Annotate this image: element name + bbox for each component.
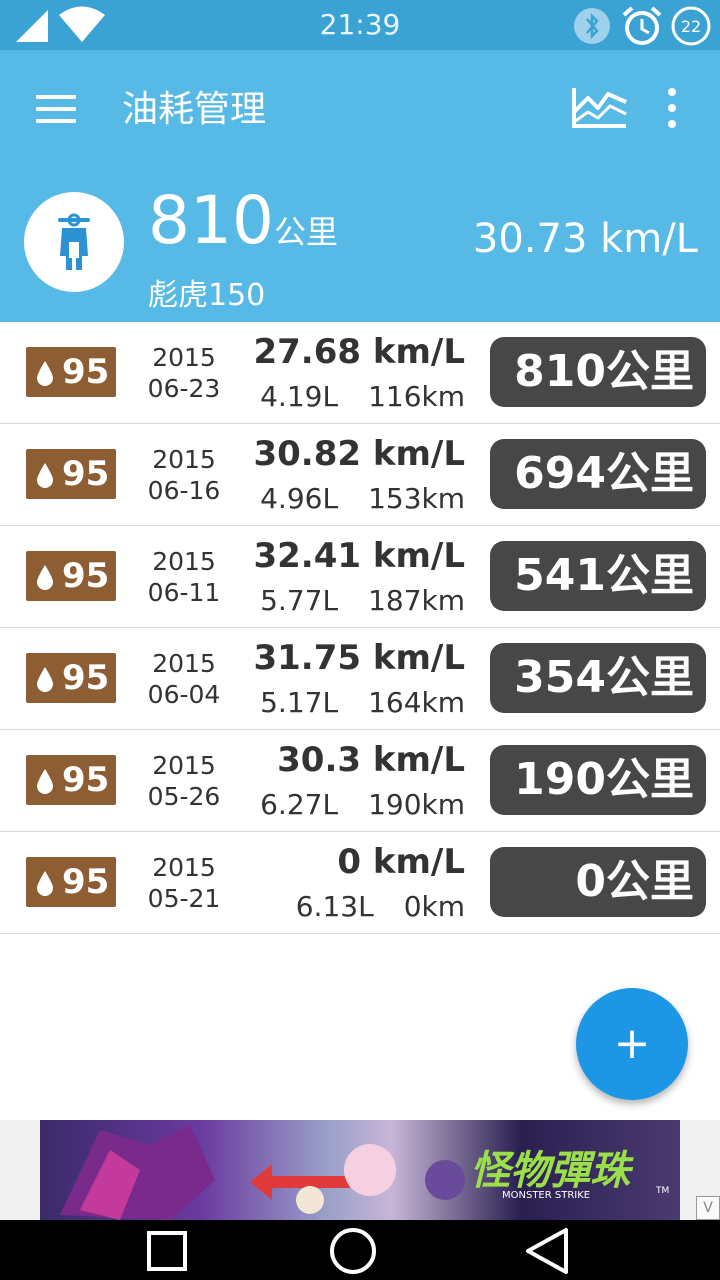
alarm-icon bbox=[622, 6, 662, 45]
record-details: 5.77L 187km bbox=[260, 584, 465, 617]
notification-count-icon: 22 bbox=[671, 6, 711, 46]
fuel-drop-icon bbox=[37, 667, 53, 692]
app-bar: 油耗管理 810公里 彪虎150 30.73 km/L bbox=[0, 50, 720, 322]
record-date: 2015 05-26 bbox=[147, 751, 221, 811]
ad-choices-icon[interactable]: V bbox=[696, 1196, 720, 1220]
fuel-drop-icon bbox=[37, 565, 53, 590]
record-liters: 5.17L bbox=[260, 686, 339, 719]
record-liters: 6.27L bbox=[260, 788, 339, 821]
plus-icon: + bbox=[613, 1018, 651, 1069]
record-efficiency: 0 km/L bbox=[337, 842, 465, 882]
record-date: 2015 06-16 bbox=[147, 445, 221, 505]
record-details: 6.13L 0km bbox=[296, 890, 465, 923]
record-date: 2015 06-23 bbox=[147, 343, 221, 403]
record-row[interactable]: 95 2015 06-16 30.82 km/L 4.96L 153km 694公里 bbox=[0, 424, 720, 526]
average-efficiency: 30.73 km/L bbox=[472, 216, 698, 262]
record-row[interactable]: 95 2015 05-21 0 km/L 6.13L 0km 0公里 bbox=[0, 832, 720, 934]
record-details: 6.27L 190km bbox=[260, 788, 465, 821]
record-date: 2015 06-11 bbox=[147, 547, 221, 607]
vehicle-name: 彪虎150 bbox=[148, 278, 266, 313]
notification-count: 22 bbox=[681, 17, 701, 36]
ad-banner[interactable]: 怪物彈珠 MONSTER STRIKE TM V bbox=[0, 1120, 720, 1220]
record-efficiency: 27.68 km/L bbox=[253, 332, 465, 372]
record-liters: 4.96L bbox=[260, 482, 339, 515]
record-liters: 4.19L bbox=[260, 380, 339, 413]
hamburger-icon[interactable] bbox=[36, 95, 76, 125]
record-details: 4.96L 153km bbox=[260, 482, 465, 515]
vehicle-avatar[interactable] bbox=[24, 192, 124, 292]
fuel-record-list: 95 2015 06-23 27.68 km/L 4.19L 116km 810公里… bbox=[0, 322, 720, 934]
fuel-drop-icon bbox=[37, 463, 53, 488]
odometer-unit: 公里 bbox=[273, 213, 338, 251]
odometer-value: 810 bbox=[148, 182, 274, 259]
ad-title: 怪物彈珠 bbox=[470, 1148, 630, 1194]
record-efficiency: 30.82 km/L bbox=[253, 434, 465, 474]
recents-icon[interactable] bbox=[146, 1230, 188, 1272]
more-vert-icon[interactable] bbox=[658, 86, 686, 130]
record-details: 5.17L 164km bbox=[260, 686, 465, 719]
record-details: 4.19L 116km bbox=[260, 380, 465, 413]
home-icon[interactable] bbox=[328, 1226, 378, 1276]
record-date: 2015 06-04 bbox=[147, 649, 221, 709]
record-efficiency: 31.75 km/L bbox=[253, 638, 465, 678]
nav-bar bbox=[0, 1220, 720, 1280]
record-row[interactable]: 95 2015 06-11 32.41 km/L 5.77L 187km 541公里 bbox=[0, 526, 720, 628]
fuel-drop-icon bbox=[37, 361, 53, 386]
record-efficiency: 32.41 km/L bbox=[253, 536, 465, 576]
record-odometer: 354公里 bbox=[490, 643, 706, 713]
add-record-button[interactable]: + bbox=[576, 988, 688, 1100]
back-icon[interactable] bbox=[522, 1226, 572, 1276]
record-date: 2015 05-21 bbox=[147, 853, 221, 913]
record-liters: 5.77L bbox=[260, 584, 339, 617]
record-distance: 116km bbox=[368, 380, 465, 413]
status-bar: 21:39 22 bbox=[0, 0, 720, 50]
record-row[interactable]: 95 2015 06-04 31.75 km/L 5.17L 164km 354公里 bbox=[0, 628, 720, 730]
octane-badge: 95 bbox=[26, 755, 116, 805]
record-liters: 6.13L bbox=[295, 890, 374, 923]
record-odometer: 810公里 bbox=[490, 337, 706, 407]
record-efficiency: 30.3 km/L bbox=[277, 740, 465, 780]
record-row[interactable]: 95 2015 06-23 27.68 km/L 4.19L 116km 810公里 bbox=[0, 322, 720, 424]
record-odometer: 694公里 bbox=[490, 439, 706, 509]
record-odometer: 190公里 bbox=[490, 745, 706, 815]
record-odometer: 541公里 bbox=[490, 541, 706, 611]
chart-icon[interactable] bbox=[570, 84, 628, 130]
fuel-drop-icon bbox=[37, 871, 53, 896]
fuel-drop-icon bbox=[37, 769, 53, 794]
bluetooth-icon bbox=[574, 8, 610, 44]
record-distance: 164km bbox=[368, 686, 465, 719]
ad-image[interactable]: 怪物彈珠 MONSTER STRIKE TM bbox=[40, 1120, 680, 1220]
octane-badge: 95 bbox=[26, 449, 116, 499]
scooter-icon bbox=[58, 213, 90, 270]
record-odometer: 0公里 bbox=[490, 847, 706, 917]
record-distance: 190km bbox=[368, 788, 465, 821]
ad-subtitle: MONSTER STRIKE bbox=[502, 1190, 591, 1201]
odometer-display: 810公里 bbox=[148, 182, 338, 259]
record-distance: 0km bbox=[403, 890, 465, 923]
status-time: 21:39 bbox=[319, 8, 401, 41]
octane-badge: 95 bbox=[26, 653, 116, 703]
record-distance: 187km bbox=[368, 584, 465, 617]
ad-trademark: TM bbox=[656, 1186, 670, 1196]
octane-badge: 95 bbox=[26, 857, 116, 907]
record-distance: 153km bbox=[368, 482, 465, 515]
octane-badge: 95 bbox=[26, 347, 116, 397]
page-title: 油耗管理 bbox=[122, 89, 267, 130]
record-row[interactable]: 95 2015 05-26 30.3 km/L 6.27L 190km 190公里 bbox=[0, 730, 720, 832]
octane-badge: 95 bbox=[26, 551, 116, 601]
